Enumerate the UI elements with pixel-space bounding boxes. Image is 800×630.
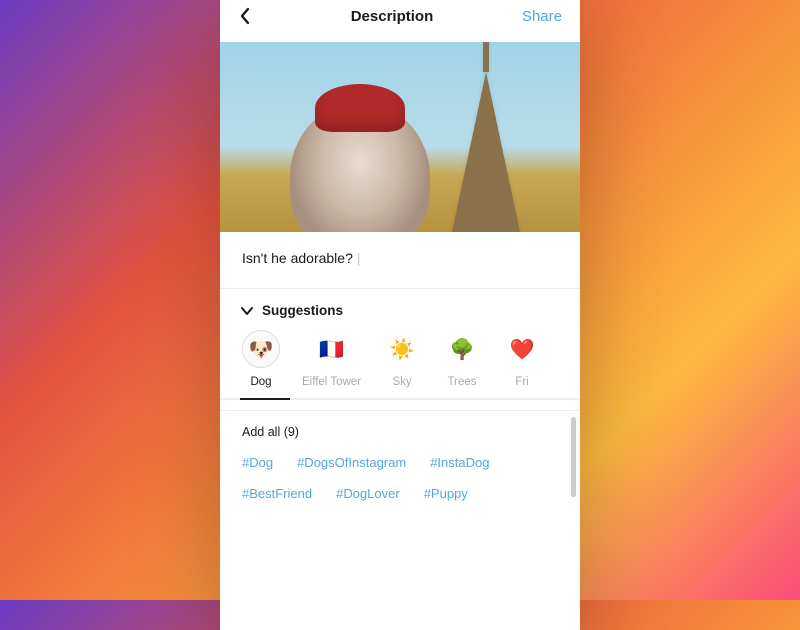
sun-icon: ☀️	[383, 330, 421, 368]
tag-row: #Dog #DogsOfInstagram #InstaDog	[242, 455, 558, 470]
hashtag[interactable]: #DogsOfInstagram	[297, 455, 406, 470]
caption-text: Isn't he adorable?	[242, 250, 361, 266]
heart-icon: ❤️	[503, 330, 541, 368]
hashtag[interactable]: #BestFriend	[242, 486, 312, 501]
tab-indicator	[220, 398, 580, 400]
france-flag-icon: 🇫🇷	[313, 330, 351, 368]
dog-icon: 🐶	[242, 330, 280, 368]
category-dog[interactable]: 🐶 Dog	[242, 330, 280, 388]
category-trees[interactable]: 🌳 Trees	[443, 330, 481, 388]
phone-frame: Description Share Isn't he adorable? Sug…	[220, 0, 580, 630]
category-tabs: 🐶 Dog 🇫🇷 Eiffel Tower ☀️ Sky 🌳 Trees ❤️ …	[240, 330, 560, 388]
category-label: Sky	[392, 376, 411, 388]
chevron-down-icon	[240, 306, 254, 316]
post-photo[interactable]	[220, 42, 580, 232]
category-friends[interactable]: ❤️ Fri	[503, 330, 541, 388]
suggestions-section: Suggestions 🐶 Dog 🇫🇷 Eiffel Tower ☀️ Sky…	[220, 289, 580, 411]
category-label: Eiffel Tower	[302, 376, 361, 388]
suggestions-toggle[interactable]: Suggestions	[240, 303, 560, 318]
hashtag-area: Add all (9) #Dog #DogsOfInstagram #Insta…	[220, 411, 580, 519]
hashtag[interactable]: #Puppy	[424, 486, 468, 501]
tag-row: #BestFriend #DogLover #Puppy	[242, 486, 558, 501]
share-button[interactable]: Share	[522, 8, 562, 25]
tree-icon: 🌳	[443, 330, 481, 368]
suggestions-label: Suggestions	[262, 303, 343, 318]
hashtag[interactable]: #Dog	[242, 455, 273, 470]
category-label: Trees	[448, 376, 477, 388]
category-eiffel[interactable]: 🇫🇷 Eiffel Tower	[302, 330, 361, 388]
eiffel-tower-icon	[452, 72, 520, 232]
hashtag[interactable]: #InstaDog	[430, 455, 489, 470]
category-label: Fri	[515, 376, 528, 388]
hashtag[interactable]: #DogLover	[336, 486, 400, 501]
back-button[interactable]	[238, 7, 262, 25]
dog-illustration	[290, 102, 430, 232]
scrollbar[interactable]	[571, 417, 576, 497]
category-label: Dog	[250, 376, 271, 388]
header-bar: Description Share	[220, 0, 580, 42]
page-title: Description	[351, 8, 434, 25]
add-all-button[interactable]: Add all (9)	[242, 425, 558, 439]
category-sky[interactable]: ☀️ Sky	[383, 330, 421, 388]
chevron-left-icon	[238, 7, 252, 25]
caption-input[interactable]: Isn't he adorable?	[220, 232, 580, 289]
